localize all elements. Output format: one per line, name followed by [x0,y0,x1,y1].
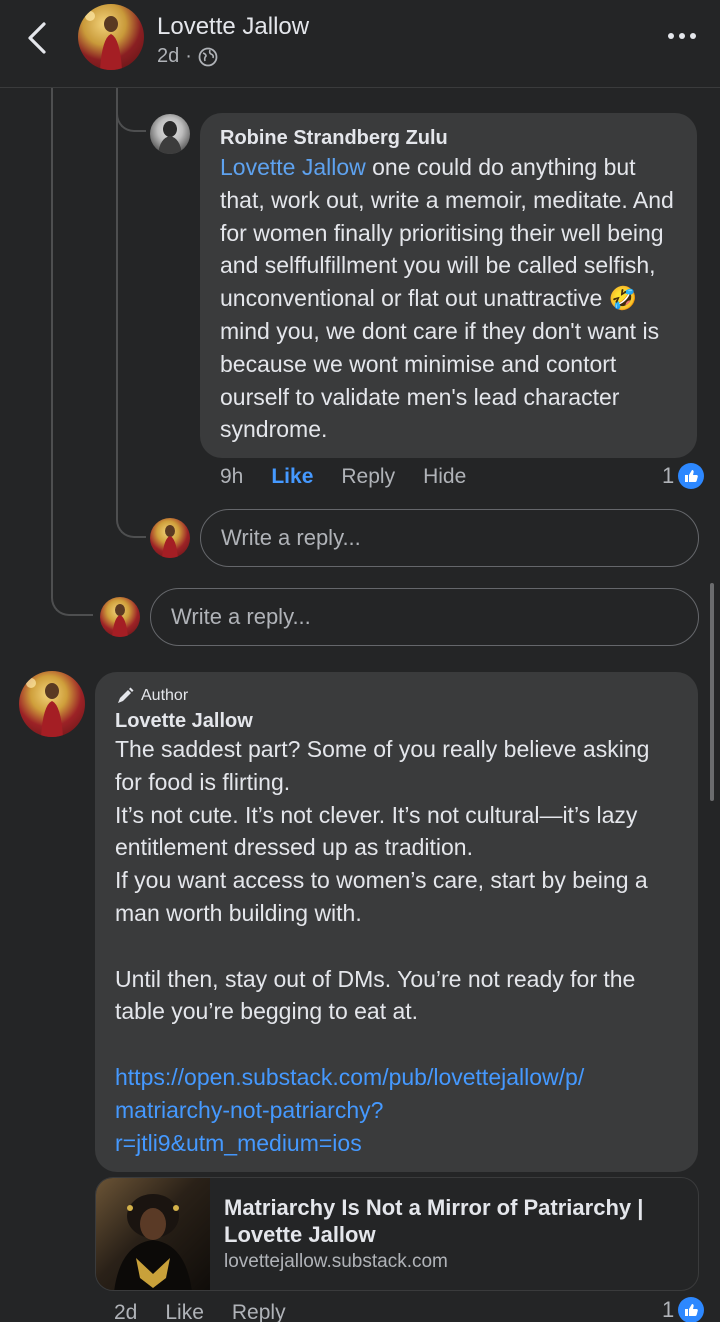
reply-input-outer[interactable]: Write a reply... [150,588,699,646]
reply-input-nested[interactable]: Write a reply... [200,509,699,567]
avatar[interactable] [78,4,144,70]
like-button[interactable]: Like [165,1301,204,1322]
link-preview-domain: lovettejallow.substack.com [224,1251,448,1272]
thread-connector-reply [116,100,146,132]
thread-connector-outer [51,578,93,616]
avatar [150,518,190,558]
thread-line-outer [51,88,53,598]
reaction-count: 1 [662,463,675,488]
author-badge-label: Author [141,687,189,704]
reaction-summary[interactable]: 1 [662,463,705,489]
avatar [100,597,140,637]
thumbs-up-icon [678,463,705,489]
pen-icon [118,687,134,703]
author-comment-actions: 2d Like Reply [114,1301,314,1322]
reply-comment-actions: 9h Like Reply Hide [220,465,494,489]
comment-body: one could do anything but that, work out… [220,154,674,443]
reply-placeholder: Write a reply... [171,604,311,629]
reply-button[interactable]: Reply [232,1301,286,1322]
link-preview-title[interactable]: Matriarchy Is Not a Mirror of Patriarchy… [224,1194,684,1248]
like-button[interactable]: Like [271,465,313,489]
reply-button[interactable]: Reply [341,465,395,489]
post-meta: 2d · [157,45,218,68]
reply-comment-bubble[interactable]: Robine Strandberg Zulu Lovette Jallow on… [200,113,697,458]
scrollbar[interactable] [710,583,714,801]
reply-placeholder: Write a reply... [221,525,361,550]
hide-button[interactable]: Hide [423,465,466,489]
author-badge: Author [115,686,678,706]
comment-time: 9h [220,465,244,488]
link-preview-image [96,1178,210,1290]
meta-separator: · [185,45,192,67]
more-horizontal-icon[interactable] [666,30,698,42]
thread-line-inner [116,118,118,518]
comment-body: The saddest part? Some of you really bel… [115,736,650,1025]
substack-link[interactable]: r=jtli9&utm_medium=ios [115,1130,362,1156]
thread-connector-inner [116,500,146,538]
avatar[interactable] [150,114,190,154]
mention-link[interactable]: Lovette Jallow [220,154,366,180]
author-comment-bubble[interactable]: Author Lovette Jallow The saddest part? … [95,672,698,1172]
comment-text: Lovette Jallow one could do anything but… [220,151,677,446]
link-preview-card[interactable]: Matriarchy Is Not a Mirror of Patriarchy… [95,1177,699,1291]
comment-author-name[interactable]: Lovette Jallow [115,710,678,733]
post-author-name[interactable]: Lovette Jallow [157,13,309,41]
comment-time: 2d [114,1301,138,1322]
comment-author-name[interactable]: Robine Strandberg Zulu [220,127,677,150]
globe-icon [198,47,218,66]
avatar[interactable] [19,671,85,737]
substack-link[interactable]: matriarchy-not-patriarchy? [115,1097,383,1123]
comment-text: The saddest part? Some of you really bel… [115,733,678,1159]
reaction-summary[interactable]: 1 [662,1297,705,1322]
reaction-count: 1 [662,1297,675,1322]
thumbs-up-icon [678,1297,705,1322]
chevron-left-icon[interactable] [22,20,54,56]
top-bar: Lovette Jallow 2d · [0,0,720,88]
substack-link[interactable]: https://open.substack.com/pub/lovettejal… [115,1064,584,1090]
post-time: 2d [157,45,180,67]
